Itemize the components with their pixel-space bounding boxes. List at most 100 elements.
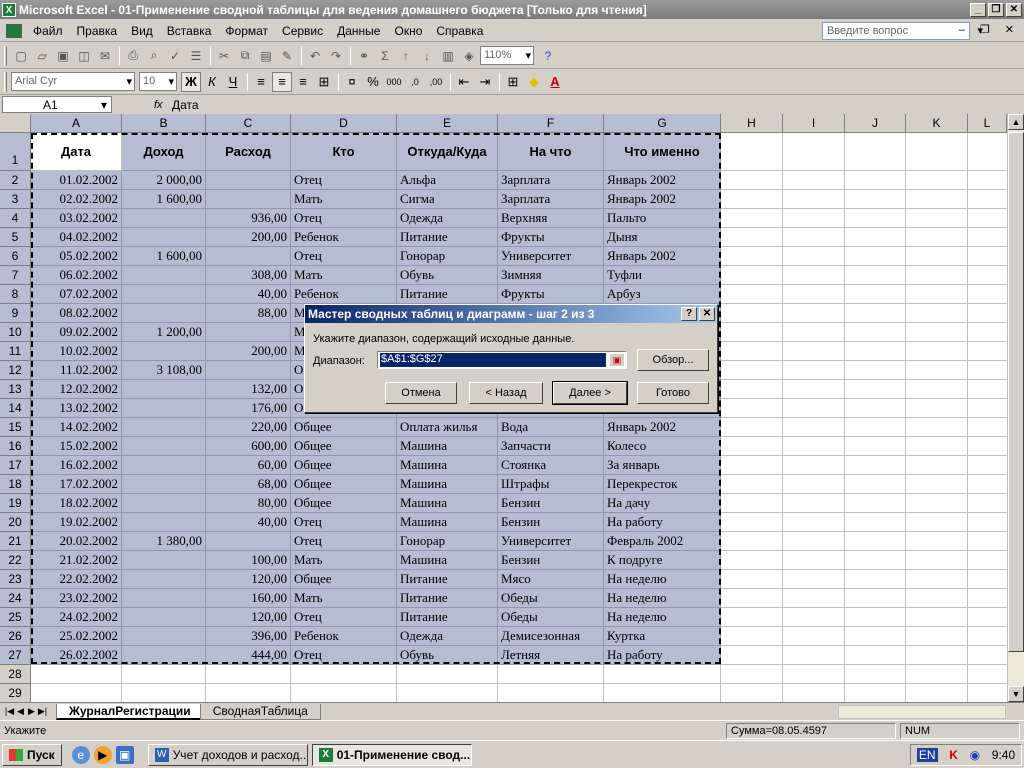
finish-button[interactable]: Готово <box>637 382 709 404</box>
table-cell[interactable]: К подруге <box>604 551 721 570</box>
row-header-5[interactable]: 5 <box>0 228 31 247</box>
research-icon[interactable]: ☰ <box>186 46 206 66</box>
increase-indent-icon[interactable]: ⇥ <box>475 72 495 92</box>
empty-cell[interactable] <box>721 304 783 323</box>
table-cell[interactable]: На неделю <box>604 570 721 589</box>
empty-cell[interactable] <box>906 684 968 702</box>
row-header-9[interactable]: 9 <box>0 304 31 323</box>
row-header-4[interactable]: 4 <box>0 209 31 228</box>
table-cell[interactable]: 120,00 <box>206 608 291 627</box>
table-cell[interactable]: Общее <box>291 475 397 494</box>
row-header-19[interactable]: 19 <box>0 494 31 513</box>
table-cell[interactable]: На работу <box>604 646 721 665</box>
empty-cell[interactable] <box>906 513 968 532</box>
empty-cell[interactable] <box>845 190 906 209</box>
table-cell[interactable]: Январь 2002 <box>604 171 721 190</box>
row-header-16[interactable]: 16 <box>0 437 31 456</box>
empty-cell[interactable] <box>721 589 783 608</box>
table-cell[interactable] <box>122 418 206 437</box>
row-header-10[interactable]: 10 <box>0 323 31 342</box>
antivirus-icon[interactable]: K <box>949 748 958 762</box>
table-cell[interactable]: Отец <box>291 646 397 665</box>
table-cell[interactable]: 120,00 <box>206 570 291 589</box>
table-cell[interactable]: Общее <box>291 418 397 437</box>
empty-cell[interactable] <box>845 646 906 665</box>
table-cell[interactable]: 09.02.2002 <box>31 323 122 342</box>
table-cell[interactable]: 40,00 <box>206 285 291 304</box>
decrease-indent-icon[interactable]: ⇤ <box>454 72 474 92</box>
cancel-button[interactable]: Отмена <box>385 382 457 404</box>
row-header-14[interactable]: 14 <box>0 399 31 418</box>
table-cell[interactable]: Сигма <box>397 190 498 209</box>
empty-cell[interactable] <box>845 285 906 304</box>
table-cell[interactable]: Фрукты <box>498 228 604 247</box>
sheet-tab-journal[interactable]: ЖурналРегистрации <box>56 703 204 720</box>
empty-cell[interactable] <box>845 665 906 684</box>
empty-cell[interactable] <box>906 342 968 361</box>
table-cell[interactable]: Бензин <box>498 494 604 513</box>
table-cell[interactable]: Отец <box>291 532 397 551</box>
empty-cell[interactable] <box>721 627 783 646</box>
table-cell[interactable]: Январь 2002 <box>604 247 721 266</box>
empty-cell[interactable] <box>721 323 783 342</box>
menu-tools[interactable]: Сервис <box>275 24 330 38</box>
empty-cell[interactable] <box>721 551 783 570</box>
empty-cell[interactable] <box>783 608 845 627</box>
hyperlink-icon[interactable]: ⚭ <box>354 46 374 66</box>
document-window-controls[interactable]: – ❐ ✕ <box>959 23 1020 36</box>
table-cell[interactable]: Одежда <box>397 627 498 646</box>
table-cell[interactable]: 13.02.2002 <box>31 399 122 418</box>
table-cell[interactable]: 17.02.2002 <box>31 475 122 494</box>
empty-cell[interactable] <box>721 247 783 266</box>
empty-cell[interactable] <box>906 494 968 513</box>
table-cell[interactable] <box>122 266 206 285</box>
empty-cell[interactable] <box>845 399 906 418</box>
table-cell[interactable]: Машина <box>397 551 498 570</box>
table-cell[interactable]: Демисезонная <box>498 627 604 646</box>
table-cell[interactable]: 176,00 <box>206 399 291 418</box>
menu-help[interactable]: Справка <box>429 24 490 38</box>
table-cell[interactable]: Фрукты <box>498 285 604 304</box>
table-cell[interactable]: Отец <box>291 247 397 266</box>
vertical-scrollbar[interactable]: ▲ ▼ <box>1007 114 1024 702</box>
undo-icon[interactable]: ↶ <box>305 46 325 66</box>
empty-cell[interactable] <box>845 380 906 399</box>
table-cell[interactable]: 06.02.2002 <box>31 266 122 285</box>
table-cell[interactable]: Общее <box>291 494 397 513</box>
empty-cell[interactable] <box>783 551 845 570</box>
font-color-icon[interactable]: A <box>545 72 565 92</box>
column-header-c[interactable]: C <box>206 114 291 133</box>
row-header-15[interactable]: 15 <box>0 418 31 437</box>
empty-cell[interactable] <box>906 304 968 323</box>
table-cell[interactable]: 22.02.2002 <box>31 570 122 589</box>
empty-cell[interactable] <box>906 190 968 209</box>
table-cell[interactable]: Штрафы <box>498 475 604 494</box>
next-button[interactable]: Далее > <box>552 381 628 405</box>
table-cell[interactable] <box>122 608 206 627</box>
table-cell[interactable] <box>122 342 206 361</box>
table-cell[interactable]: 08.02.2002 <box>31 304 122 323</box>
row-header-13[interactable]: 13 <box>0 380 31 399</box>
row-header-18[interactable]: 18 <box>0 475 31 494</box>
empty-cell[interactable] <box>783 494 845 513</box>
table-cell[interactable]: Питание <box>397 228 498 247</box>
table-cell[interactable]: Университет <box>498 532 604 551</box>
empty-cell[interactable] <box>845 361 906 380</box>
empty-cell[interactable] <box>498 684 604 702</box>
table-cell[interactable] <box>122 513 206 532</box>
empty-cell[interactable] <box>845 342 906 361</box>
empty-cell[interactable] <box>783 437 845 456</box>
empty-cell[interactable] <box>721 133 783 171</box>
empty-cell[interactable] <box>906 665 968 684</box>
table-cell[interactable]: Арбуз <box>604 285 721 304</box>
sort-descending-icon[interactable]: ↓ <box>417 46 437 66</box>
empty-cell[interactable] <box>906 475 968 494</box>
table-cell[interactable]: Стоянка <box>498 456 604 475</box>
table-cell[interactable]: 05.02.2002 <box>31 247 122 266</box>
merge-center-icon[interactable]: ⊞ <box>314 72 334 92</box>
table-cell[interactable]: 14.02.2002 <box>31 418 122 437</box>
empty-cell[interactable] <box>783 133 845 171</box>
table-cell[interactable]: Зарплата <box>498 171 604 190</box>
empty-cell[interactable] <box>721 209 783 228</box>
zoom-select[interactable]: 110% <box>480 46 534 65</box>
